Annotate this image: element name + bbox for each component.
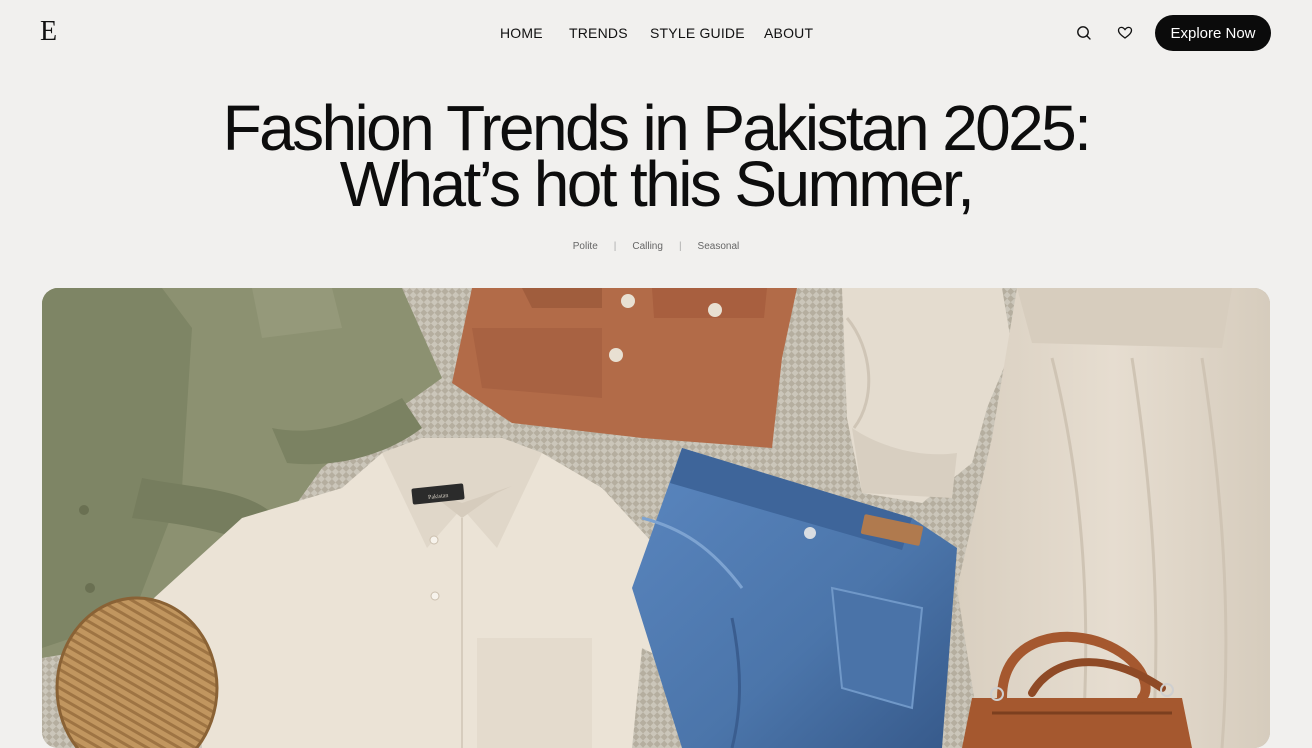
- page-title-line-2: What’s hot this Summer,: [339, 148, 975, 220]
- page-title: Fashion Trends in Pakistan 2025: What’s …: [0, 96, 1312, 220]
- nav-home[interactable]: HOME: [500, 24, 543, 42]
- meta-tag[interactable]: Polite: [557, 240, 614, 254]
- article-meta: Polite | Calling | Seasonal: [0, 240, 1312, 254]
- search-icon[interactable]: [1074, 23, 1094, 43]
- heart-icon[interactable]: [1115, 23, 1135, 43]
- meta-tag[interactable]: Calling: [616, 240, 679, 254]
- nav-style-guide[interactable]: STYLE GUIDE: [650, 24, 745, 42]
- nav-about[interactable]: ABOUT: [764, 24, 813, 42]
- explore-now-button[interactable]: Explore Now: [1155, 15, 1271, 51]
- meta-tag[interactable]: Seasonal: [682, 240, 756, 254]
- hero-image: Pakistan: [42, 288, 1270, 748]
- brand-logo[interactable]: E: [40, 16, 57, 48]
- nav-trends[interactable]: TRENDS: [569, 24, 628, 42]
